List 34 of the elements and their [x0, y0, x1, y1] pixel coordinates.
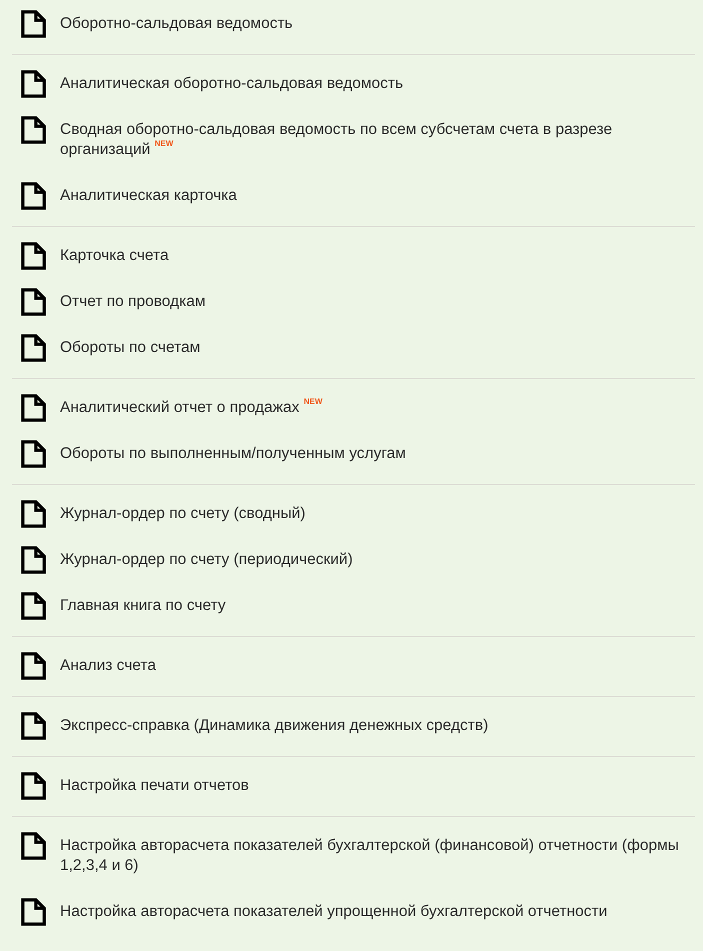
report-link[interactable]: Обороты по выполненным/полученным услугам — [60, 444, 406, 464]
report-link[interactable]: Аналитическая карточка — [60, 186, 237, 206]
report-link[interactable]: Журнал-ордер по счету (периодический) — [60, 550, 353, 570]
report-link[interactable]: Анализ счета — [60, 656, 156, 676]
report-link[interactable]: Сводная оборотно-сальдовая ведомость по всем субсчетам счета в разрезе организаций $^{NEW}$ — [60, 120, 692, 160]
document-icon — [20, 500, 48, 528]
report-link[interactable]: Настройка печати отчетов — [60, 776, 249, 796]
report-link[interactable]: Отчет по проводкам — [60, 292, 206, 312]
document-icon — [20, 712, 48, 740]
report-link[interactable]: Карточка счета — [60, 246, 169, 266]
document-icon — [20, 652, 48, 680]
report-link[interactable]: Аналитическая оборотно-сальдовая ведомость — [60, 74, 404, 94]
report-link[interactable]: Оборотно-сальдовая ведомость — [60, 14, 293, 34]
report-link[interactable]: Журнал-ордер по счету (сводный) — [60, 504, 306, 524]
document-icon — [20, 10, 48, 38]
document-icon — [20, 832, 48, 860]
document-icon — [20, 772, 48, 800]
document-icon — [20, 288, 48, 316]
document-icon — [20, 898, 48, 926]
document-icon — [20, 116, 48, 144]
document-icon — [20, 334, 48, 362]
document-icon — [20, 70, 48, 98]
report-link[interactable]: Экспресс-справка (Динамика движения денежных средств) — [60, 716, 488, 736]
report-link[interactable]: Настройка авторасчета показателей упрощенной бухгалтерской отчетности — [60, 902, 608, 922]
document-icon — [20, 592, 48, 620]
report-link[interactable]: Аналитический отчет о продажах $^{NEW}$ — [60, 398, 322, 418]
report-link[interactable]: Настройка авторасчета показателей бухгалтерской (финансовой) отчетности (формы 1,2,3,4 и 6) — [60, 836, 692, 876]
report-link[interactable]: Главная книга по счету — [60, 596, 226, 616]
document-icon — [20, 182, 48, 210]
document-icon — [20, 440, 48, 468]
document-icon — [20, 546, 48, 574]
document-icon — [20, 242, 48, 270]
document-icon — [20, 394, 48, 422]
report-link[interactable]: Обороты по счетам — [60, 338, 200, 358]
